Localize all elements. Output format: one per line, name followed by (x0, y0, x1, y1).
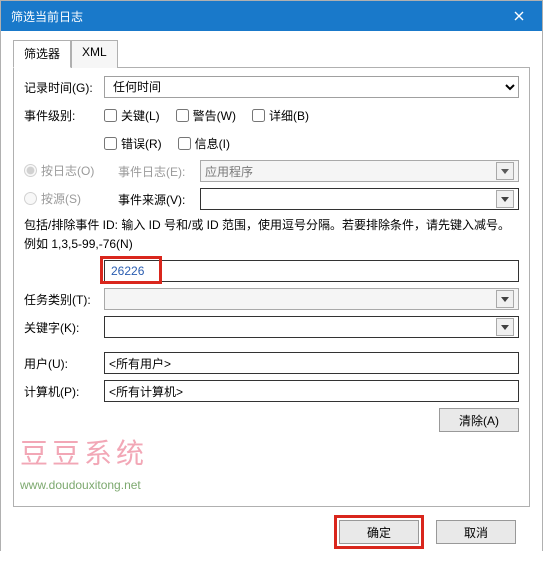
watermark-brand: 豆豆系统 (20, 432, 148, 472)
computer-input[interactable] (104, 380, 519, 402)
task-category-combo[interactable] (104, 288, 519, 310)
label-computer: 计算机(P): (24, 383, 104, 400)
label-keywords: 关键字(K): (24, 319, 104, 336)
label-task-category: 任务类别(T): (24, 291, 104, 308)
tab-xml[interactable]: XML (71, 40, 118, 68)
chk-warning[interactable]: 警告(W) (176, 107, 236, 124)
label-event-log: 事件日志(E): (118, 163, 200, 180)
dialog-window: 筛选当前日志 筛选器 XML 记录时间(G): 任何时间 事件级别: 关键(L) (0, 0, 543, 551)
dialog-body: 筛选器 XML 记录时间(G): 任何时间 事件级别: 关键(L) 警告(W) … (1, 31, 542, 563)
tab-strip: 筛选器 XML (13, 40, 530, 68)
ok-button[interactable]: 确定 (339, 520, 419, 544)
label-level: 事件级别: (24, 107, 104, 124)
user-input[interactable] (104, 352, 519, 374)
event-id-hint: 包括/排除事件 ID: 输入 ID 号和/或 ID 范围，使用逗号分隔。若要排除… (24, 216, 519, 254)
label-user: 用户(U): (24, 355, 104, 372)
radio-by-log: 按日志(O) (24, 162, 94, 179)
keywords-combo[interactable] (104, 316, 519, 338)
chevron-down-icon[interactable] (496, 190, 514, 208)
event-log-combo: 应用程序 (200, 160, 519, 182)
titlebar: 筛选当前日志 (1, 1, 542, 31)
chk-error[interactable]: 错误(R) (104, 135, 162, 152)
radio-by-source: 按源(S) (24, 190, 81, 207)
chevron-down-icon[interactable] (496, 290, 514, 308)
dialog-footer: 确定 取消 (13, 507, 530, 553)
tabs: 筛选器 XML 记录时间(G): 任何时间 事件级别: 关键(L) 警告(W) … (13, 39, 530, 507)
clear-button[interactable]: 清除(A) (439, 408, 519, 432)
close-icon (514, 11, 524, 21)
logged-select[interactable]: 任何时间 (104, 76, 519, 98)
tab-panel: 记录时间(G): 任何时间 事件级别: 关键(L) 警告(W) 详细(B) 错误… (13, 67, 530, 507)
label-event-source: 事件来源(V): (118, 191, 200, 208)
chk-critical[interactable]: 关键(L) (104, 107, 160, 124)
label-logged: 记录时间(G): (24, 79, 104, 96)
event-source-combo[interactable] (200, 188, 519, 210)
chk-verbose[interactable]: 详细(B) (252, 107, 309, 124)
close-button[interactable] (496, 1, 542, 31)
chevron-down-icon (496, 162, 514, 180)
dialog-title: 筛选当前日志 (11, 8, 83, 25)
tab-filter[interactable]: 筛选器 (13, 40, 71, 68)
watermark-url: www.doudouxitong.net (20, 478, 141, 492)
ok-highlight: 确定 (334, 515, 424, 549)
cancel-button[interactable]: 取消 (436, 520, 516, 544)
chevron-down-icon[interactable] (496, 318, 514, 336)
event-id-input[interactable] (104, 260, 519, 282)
chk-info[interactable]: 信息(I) (178, 135, 230, 152)
